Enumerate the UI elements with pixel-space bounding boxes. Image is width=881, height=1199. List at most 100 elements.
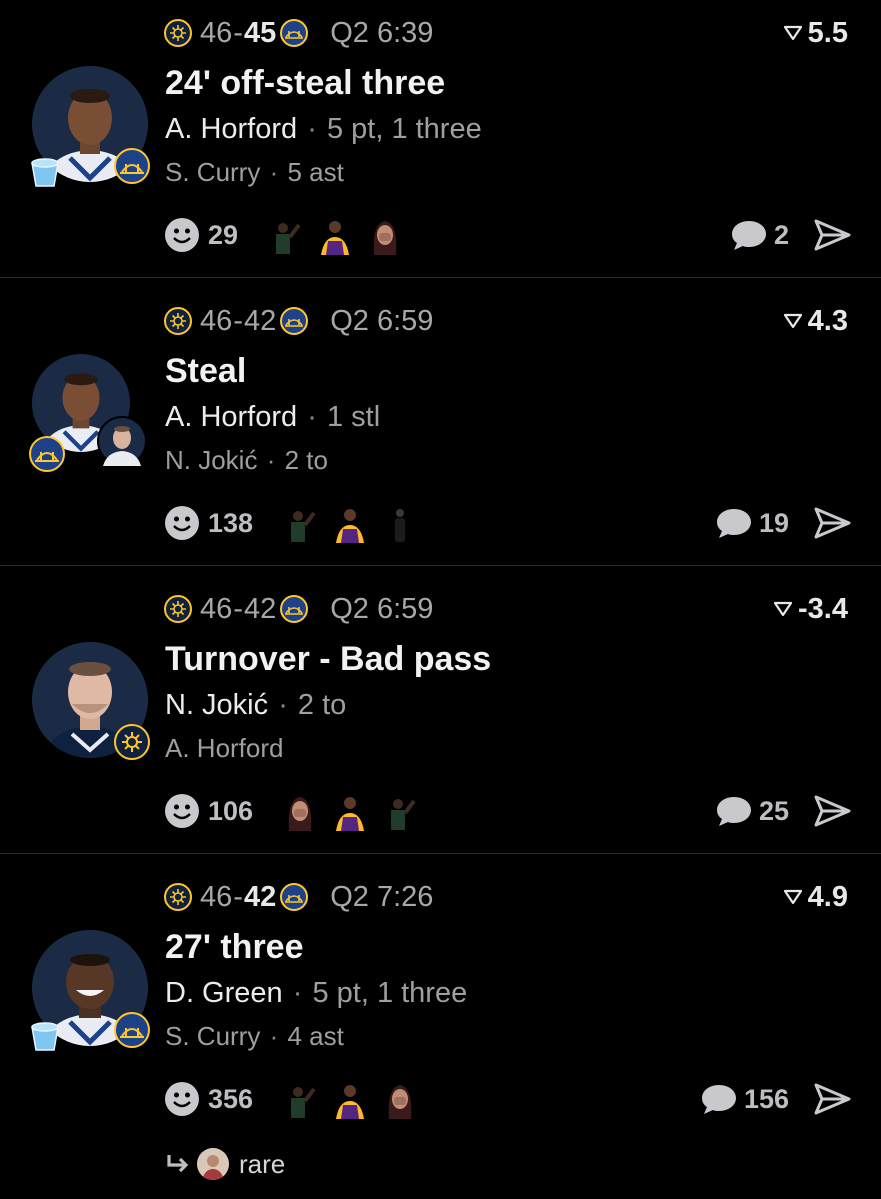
send-arrow-icon[interactable] <box>813 1082 851 1116</box>
smiley-icon[interactable] <box>164 793 200 829</box>
speech-bubble-icon[interactable] <box>715 506 753 540</box>
filter-funnel-icon <box>774 601 793 617</box>
player-stat: 2 to <box>297 689 347 721</box>
sticker-facepalm[interactable] <box>381 1079 419 1119</box>
secondary-line: S. Curry · 5 ast <box>165 157 344 187</box>
sticker-facepalm[interactable] <box>281 791 319 831</box>
secondary-line: N. Jokić · 2 to <box>165 445 328 475</box>
sticker-celebration[interactable] <box>381 791 419 831</box>
reaction-count[interactable]: 138 <box>208 508 253 539</box>
player-name[interactable]: A. Horford <box>165 113 297 145</box>
reactions-row: 29 <box>164 215 404 255</box>
secondary-stat: 4 ast <box>287 1021 344 1051</box>
smiley-icon[interactable] <box>164 1081 200 1117</box>
player-name[interactable]: N. Jokić <box>165 689 268 721</box>
nuggets-logo-icon <box>164 595 192 623</box>
sticker-celebration[interactable] <box>281 1079 319 1119</box>
comment-count[interactable]: 156 <box>744 1084 789 1115</box>
score: 46-42 <box>200 304 277 337</box>
sticker-player[interactable] <box>331 1079 369 1119</box>
odds-value[interactable]: 4.9 <box>783 878 848 916</box>
reactions-row: 138 <box>164 503 419 543</box>
play-feed: 46-45 Q2 6:39 5.5 24' off-steal three A.… <box>0 0 881 1199</box>
comments-share: 25 <box>715 791 851 831</box>
player-stat: 5 pt, 1 three <box>326 113 482 145</box>
reply-text: rare <box>239 1148 286 1179</box>
sticker-player[interactable] <box>331 503 369 543</box>
score-home: 46 <box>200 16 233 49</box>
play-title: Turnover - Bad pass <box>165 640 492 678</box>
reactions-row: 356 <box>164 1079 419 1119</box>
smiley-icon[interactable] <box>164 505 200 541</box>
player-line: D. Green · 5 pt, 1 three <box>165 977 468 1009</box>
filter-funnel-icon <box>783 313 802 329</box>
player-line: A. Horford · 1 stl <box>165 401 381 433</box>
comment-count[interactable]: 2 <box>774 220 789 251</box>
reaction-count[interactable]: 106 <box>208 796 253 827</box>
send-arrow-icon[interactable] <box>813 506 851 540</box>
game-clock: Q2 7:26 <box>330 880 434 913</box>
sticker-facepalm[interactable] <box>366 215 404 255</box>
secondary-player-name[interactable]: S. Curry <box>165 1021 260 1051</box>
play-card[interactable]: 46-45 Q2 6:39 5.5 24' off-steal three A.… <box>0 0 881 278</box>
sticker-player[interactable] <box>331 791 369 831</box>
comment-count[interactable]: 25 <box>759 796 789 827</box>
score-away: 45 <box>243 16 277 49</box>
odds-text: 4.9 <box>807 880 848 913</box>
score: 46-42 <box>200 592 277 625</box>
game-clock: Q2 6:59 <box>330 592 434 625</box>
comment-count[interactable]: 19 <box>759 508 789 539</box>
avatar-secondary-player[interactable] <box>97 416 147 466</box>
secondary-line: A. Horford <box>165 733 284 764</box>
send-arrow-icon[interactable] <box>813 794 851 828</box>
play-card[interactable]: 46-42 Q2 6:59 4.3 Steal A. Horford · 1 s… <box>0 288 881 566</box>
comments-share: 2 <box>730 215 851 255</box>
warriors-logo-icon <box>280 19 309 47</box>
sticker-player[interactable] <box>316 215 354 255</box>
reaction-count[interactable]: 29 <box>208 220 238 251</box>
odds-value[interactable]: -3.4 <box>774 590 848 628</box>
player-line: A. Horford · 5 pt, 1 three <box>165 113 482 145</box>
play-header: 46-45 Q2 6:39 <box>164 14 433 52</box>
reply-arrow-icon <box>167 1155 189 1173</box>
reaction-count[interactable]: 356 <box>208 1084 253 1115</box>
odds-text: -3.4 <box>798 592 848 625</box>
play-header: 46-42 Q2 6:59 <box>164 302 433 340</box>
sticker-standing-figure[interactable] <box>381 503 419 543</box>
player-name[interactable]: A. Horford <box>165 401 297 433</box>
smiley-icon[interactable] <box>164 217 200 253</box>
game-clock: Q2 6:39 <box>330 16 434 49</box>
speech-bubble-icon[interactable] <box>730 218 768 252</box>
secondary-player-name[interactable]: A. Horford <box>165 733 284 763</box>
score-away: 42 <box>243 880 277 913</box>
warriors-logo-icon <box>280 595 309 623</box>
play-title: Steal <box>165 352 247 390</box>
player-name[interactable]: D. Green <box>165 977 283 1009</box>
speech-bubble-icon[interactable] <box>715 794 753 828</box>
sticker-celebration[interactable] <box>266 215 304 255</box>
score-away: 42 <box>243 304 277 337</box>
play-card[interactable]: 46-42 Q2 6:59 -3.4 Turnover - Bad pass N… <box>0 576 881 854</box>
odds-value[interactable]: 4.3 <box>783 302 848 340</box>
comments-share: 156 <box>700 1079 851 1119</box>
sticker-celebration[interactable] <box>281 503 319 543</box>
odds-text: 5.5 <box>807 16 848 49</box>
odds-value[interactable]: 5.5 <box>783 14 848 52</box>
warriors-logo-icon <box>29 436 65 472</box>
reply-avatar[interactable] <box>197 1148 229 1180</box>
play-title: 24' off-steal three <box>165 64 446 102</box>
filter-funnel-icon <box>783 889 802 905</box>
reply-preview[interactable]: rare <box>165 1145 285 1183</box>
player-stat: 5 pt, 1 three <box>312 977 468 1009</box>
warriors-logo-icon <box>280 307 309 335</box>
send-arrow-icon[interactable] <box>813 218 851 252</box>
warriors-logo-icon <box>114 1012 150 1048</box>
play-card[interactable]: 46-42 Q2 7:26 4.9 27' three D. Green · 5… <box>0 864 881 1199</box>
score: 46-45 <box>200 16 277 49</box>
score-home: 46 <box>200 880 233 913</box>
secondary-player-name[interactable]: S. Curry <box>165 157 260 187</box>
secondary-player-name[interactable]: N. Jokić <box>165 445 257 475</box>
speech-bubble-icon[interactable] <box>700 1082 738 1116</box>
player-stat: 1 stl <box>326 401 381 433</box>
secondary-line: S. Curry · 4 ast <box>165 1021 344 1051</box>
